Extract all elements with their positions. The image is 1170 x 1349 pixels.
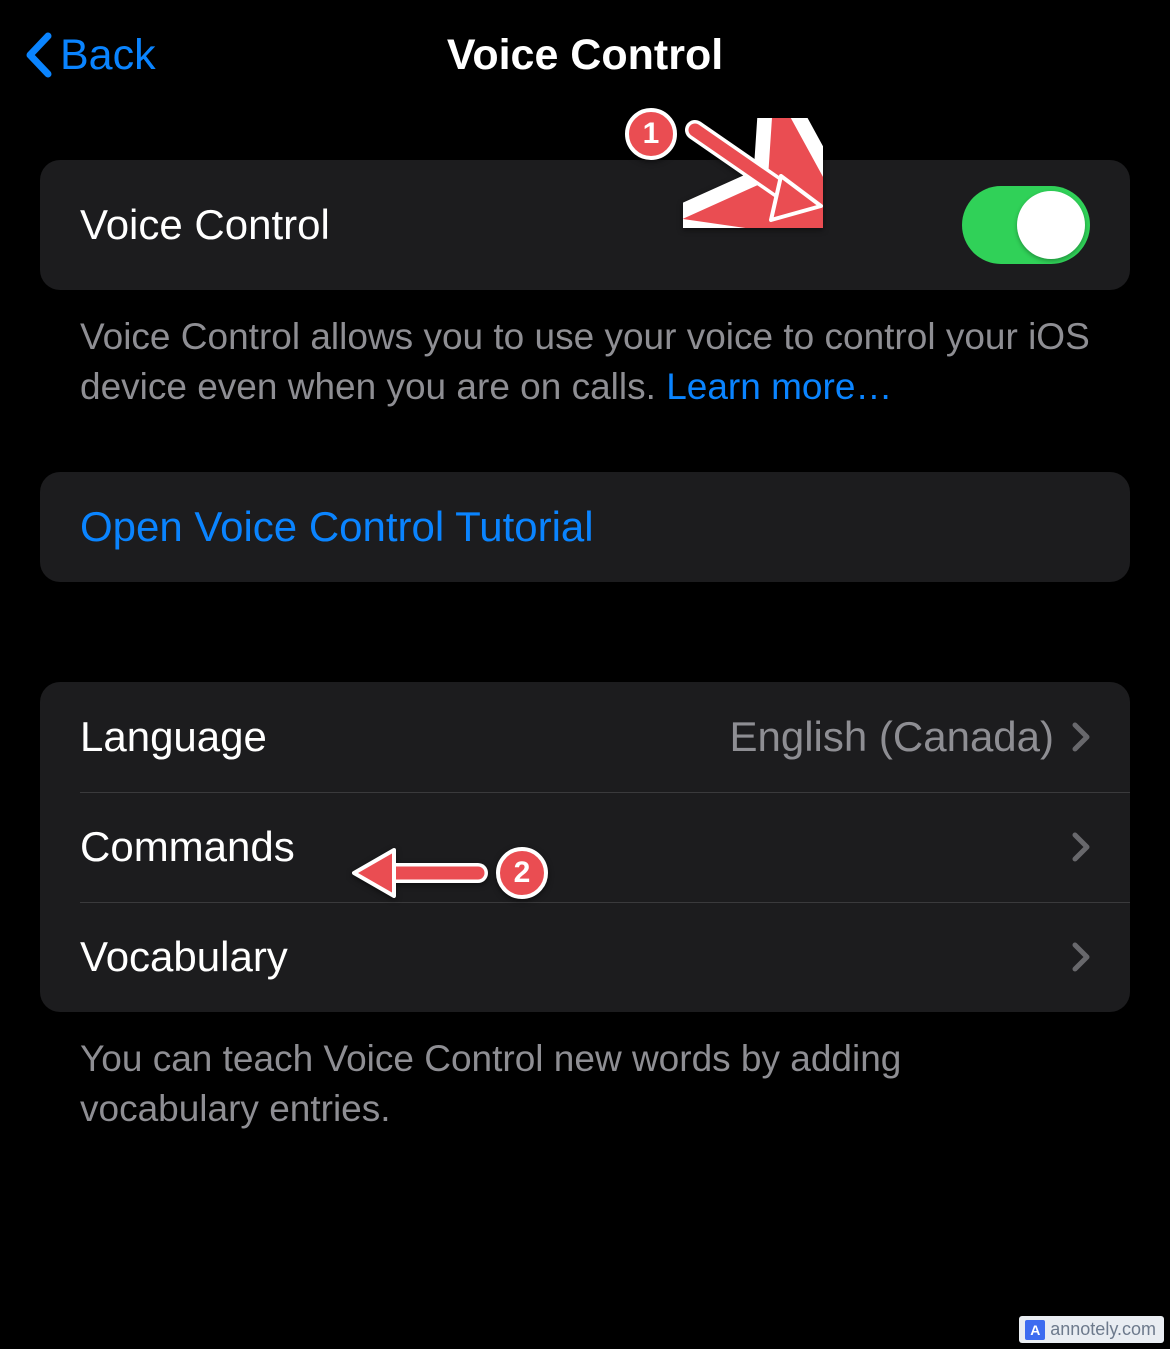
commands-label: Commands [80, 823, 295, 871]
chevron-right-icon [1072, 832, 1090, 862]
voice-control-section: Voice Control Voice Control allows you t… [40, 160, 1130, 412]
back-label: Back [60, 31, 156, 80]
learn-more-link[interactable]: Learn more… [666, 366, 892, 407]
tutorial-group: Open Voice Control Tutorial [40, 472, 1130, 582]
toggle-knob [1017, 191, 1085, 259]
annotation-badge-1: 1 [625, 108, 677, 160]
back-button[interactable]: Back [24, 31, 156, 80]
nav-header: Back Voice Control [0, 0, 1170, 110]
vocabulary-footer: You can teach Voice Control new words by… [40, 1012, 1130, 1134]
page-title: Voice Control [447, 31, 723, 80]
voice-control-toggle[interactable] [962, 186, 1090, 264]
vocabulary-label: Vocabulary [80, 933, 288, 981]
chevron-right-icon [1072, 722, 1090, 752]
open-tutorial-row[interactable]: Open Voice Control Tutorial [40, 472, 1130, 582]
voice-control-toggle-group: Voice Control [40, 160, 1130, 290]
commands-row[interactable]: Commands [80, 792, 1130, 902]
tutorial-section: Open Voice Control Tutorial [40, 472, 1130, 582]
config-group: Language English (Canada) Commands Vocab… [40, 682, 1130, 1012]
voice-control-toggle-label: Voice Control [80, 201, 330, 249]
annotely-logo-icon: A [1025, 1320, 1045, 1340]
voice-control-footer-text: Voice Control allows you to use your voi… [80, 316, 1090, 407]
language-label: Language [80, 713, 267, 761]
open-tutorial-label: Open Voice Control Tutorial [80, 503, 594, 551]
vocabulary-row[interactable]: Vocabulary [80, 902, 1130, 1012]
voice-control-footer: Voice Control allows you to use your voi… [40, 290, 1130, 412]
chevron-left-icon [24, 32, 52, 78]
language-row[interactable]: Language English (Canada) [40, 682, 1130, 792]
chevron-right-icon [1072, 942, 1090, 972]
voice-control-toggle-row: Voice Control [40, 160, 1130, 290]
config-section: Language English (Canada) Commands Vocab… [40, 682, 1130, 1134]
annotely-watermark-text: annotely.com [1050, 1319, 1156, 1340]
annotely-watermark: A annotely.com [1019, 1316, 1164, 1343]
language-value: English (Canada) [729, 713, 1054, 761]
settings-content: Voice Control Voice Control allows you t… [0, 160, 1170, 1134]
